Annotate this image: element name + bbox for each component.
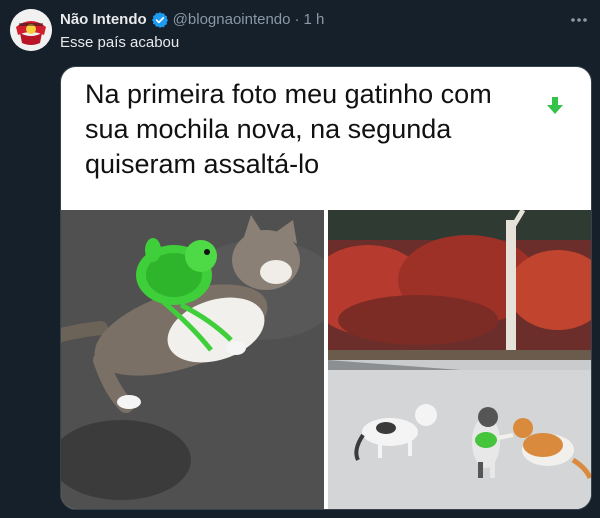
- verified-badge-icon: [151, 11, 169, 29]
- tweet-timestamp[interactable]: 1 h: [304, 10, 325, 30]
- author-name[interactable]: Não Intendo: [60, 10, 147, 30]
- tweet-text: Esse país acabou: [60, 34, 180, 51]
- down-arrow-icon: [547, 97, 563, 114]
- tweet-header: Não Intendo @blognaointendo · 1 h: [60, 10, 324, 30]
- image-caption: Na primeira foto meu gatinho com sua moc…: [85, 79, 492, 179]
- more-options-icon[interactable]: [568, 10, 590, 30]
- cat-with-turtle-backpack-photo: [61, 210, 324, 509]
- tweet-media[interactable]: Na primeira foto meu gatinho com sua moc…: [60, 66, 592, 510]
- nao-intendo-logo-icon: [10, 9, 52, 51]
- cats-in-park-photo: [328, 210, 591, 509]
- avatar[interactable]: [10, 9, 52, 51]
- author-handle[interactable]: @blognaointendo: [173, 10, 291, 30]
- separator-dot: ·: [294, 11, 300, 28]
